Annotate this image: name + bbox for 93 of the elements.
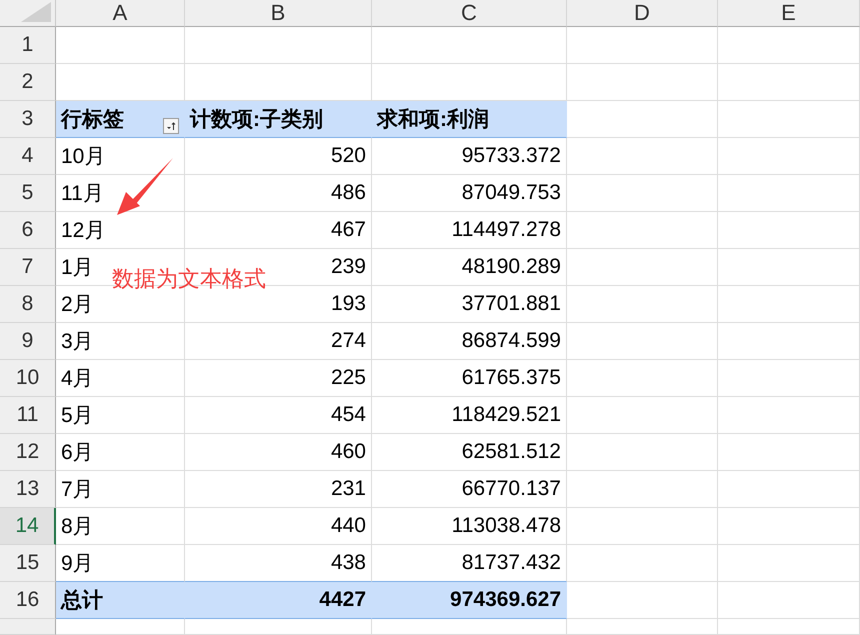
cell-text: 2月: [61, 292, 94, 318]
row-header[interactable]: 13: [0, 471, 56, 508]
cell-text: 4月: [61, 366, 94, 392]
row-header[interactable]: 4: [0, 138, 56, 175]
empty-cell[interactable]: [718, 545, 860, 582]
cell-text: 12月: [61, 218, 106, 244]
cell-text: 974369.627: [450, 588, 561, 612]
column-header[interactable]: D: [567, 0, 718, 27]
column-header[interactable]: E: [718, 0, 860, 27]
row-header[interactable]: 3: [0, 101, 56, 138]
cell-text: 9月: [61, 551, 94, 577]
cell-text: 66770.137: [462, 477, 561, 501]
cell-text: 6月: [61, 440, 94, 466]
empty-cell[interactable]: [718, 175, 860, 212]
empty-cell[interactable]: [718, 27, 860, 64]
cell-text: 467: [330, 218, 366, 242]
annotation-text: 数据为文本格式: [112, 265, 266, 293]
empty-cell[interactable]: [185, 619, 372, 635]
empty-cell[interactable]: [718, 64, 860, 101]
cell-text: 95733.372: [462, 144, 561, 168]
row-header[interactable]: 7: [0, 249, 56, 286]
cell-text: 86874.599: [462, 329, 561, 353]
row-header[interactable]: 1: [0, 27, 56, 64]
cell-text: 486: [330, 181, 366, 205]
cell-text: 231: [330, 477, 366, 501]
cell-text: 520: [330, 144, 366, 168]
column-header[interactable]: A: [56, 0, 185, 27]
cell-text: 118429.521: [452, 403, 561, 427]
row-header[interactable]: 10: [0, 360, 56, 397]
column-header[interactable]: B: [185, 0, 372, 27]
cell-text: 61765.375: [462, 366, 561, 390]
cell-text: 193: [330, 292, 366, 316]
header-text: 行标签: [61, 107, 124, 133]
empty-cell[interactable]: [718, 249, 860, 286]
empty-cell[interactable]: [567, 619, 718, 635]
cell-text: 10月: [61, 144, 106, 170]
row-header[interactable]: 6: [0, 212, 56, 249]
empty-cell[interactable]: [718, 471, 860, 508]
row-header[interactable]: 16: [0, 582, 56, 619]
cell-text: 总计: [61, 588, 103, 614]
empty-cell[interactable]: [372, 27, 567, 64]
cell-text: 5月: [61, 403, 94, 429]
cell-text: 1月: [61, 255, 94, 281]
row-header[interactable]: 12: [0, 434, 56, 471]
select-all-corner[interactable]: [0, 0, 56, 27]
cell-text: 7月: [61, 477, 94, 503]
empty-cell[interactable]: [372, 619, 567, 635]
cell-text: 239: [330, 255, 366, 279]
empty-cell[interactable]: [718, 508, 860, 545]
empty-cell[interactable]: [567, 27, 718, 64]
cell-text: 113038.478: [452, 514, 561, 538]
row-header[interactable]: [0, 619, 56, 635]
sort-filter-icon: [166, 121, 176, 131]
empty-cell[interactable]: [718, 138, 860, 175]
cell-text: 11月: [61, 181, 104, 207]
empty-cell[interactable]: [718, 323, 860, 360]
header-text: 计数项:子类别: [190, 107, 323, 133]
cell-text: 8月: [61, 514, 94, 540]
cell-text: 48190.289: [462, 255, 561, 279]
cell-text: 460: [330, 440, 366, 464]
empty-cell[interactable]: [718, 286, 860, 323]
row-header[interactable]: 8: [0, 286, 56, 323]
cell-text: 114497.278: [452, 218, 561, 242]
cell-text: 225: [330, 366, 366, 390]
cell-text: 87049.753: [462, 181, 561, 205]
cell-text: 37701.881: [462, 292, 561, 316]
empty-cell[interactable]: [718, 101, 860, 138]
cell-text: 274: [330, 329, 366, 353]
empty-cell[interactable]: [185, 27, 372, 64]
row-header[interactable]: 11: [0, 397, 56, 434]
cell-text: 3月: [61, 329, 94, 355]
empty-cell[interactable]: [718, 212, 860, 249]
row-header[interactable]: 2: [0, 64, 56, 101]
cell-text: 440: [330, 514, 366, 538]
empty-cell[interactable]: [718, 434, 860, 471]
cell-text: 81737.432: [462, 551, 561, 575]
row-header[interactable]: 15: [0, 545, 56, 582]
empty-cell[interactable]: [718, 397, 860, 434]
cell-text: 4427: [319, 588, 366, 612]
header-text: 求和项:利润: [377, 106, 489, 133]
column-header[interactable]: C: [372, 0, 567, 27]
row-header[interactable]: 9: [0, 323, 56, 360]
row-header[interactable]: 14: [0, 508, 56, 545]
filter-button[interactable]: [163, 118, 179, 134]
corner-triangle-icon: [21, 2, 51, 22]
empty-cell[interactable]: [718, 360, 860, 397]
cell-text: 438: [330, 551, 366, 575]
cell-text: 454: [330, 403, 366, 427]
empty-cell[interactable]: [567, 64, 718, 101]
cell-text: 62581.512: [462, 440, 561, 464]
empty-cell[interactable]: [718, 582, 860, 619]
row-header[interactable]: 5: [0, 175, 56, 212]
empty-cell[interactable]: [718, 619, 860, 635]
